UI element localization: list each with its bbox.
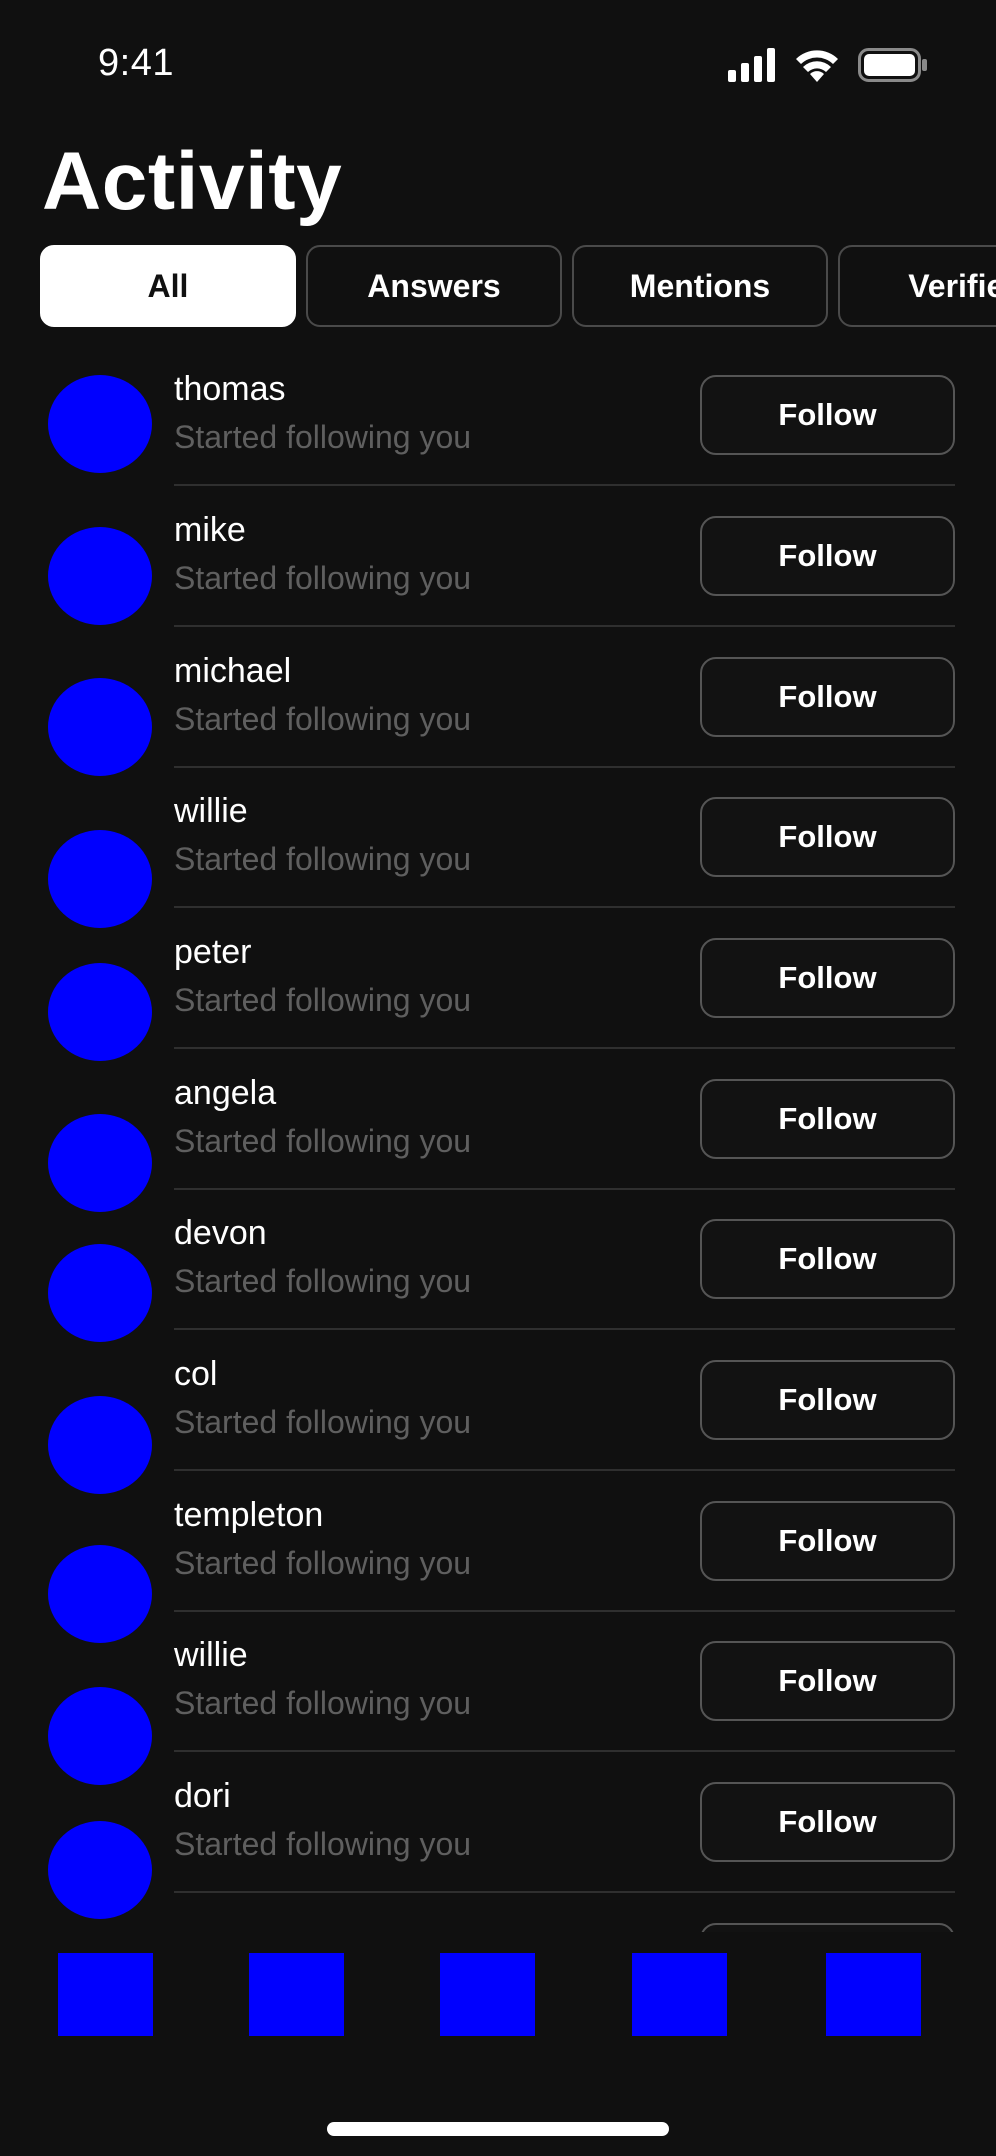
follow-button[interactable]	[700, 1923, 955, 1932]
follow-button[interactable]: Follow	[700, 938, 955, 1018]
activity-description: Started following you	[174, 1685, 472, 1721]
avatar[interactable]	[48, 527, 152, 625]
activity-row	[0, 1893, 996, 1932]
home-indicator[interactable]	[327, 2122, 669, 2136]
battery-icon	[858, 48, 927, 82]
avatar[interactable]	[48, 963, 152, 1061]
avatar[interactable]	[48, 678, 152, 776]
avatar[interactable]	[48, 1244, 152, 1342]
activity-description: Started following you	[174, 1263, 472, 1299]
activity-description: Started following you	[174, 701, 472, 737]
username: angela	[174, 1074, 277, 1112]
activity-row: michael Started following you Follow	[0, 627, 996, 776]
username: peter	[174, 933, 252, 971]
username: devon	[174, 1214, 267, 1252]
activity-row: col Started following you Follow	[0, 1330, 996, 1494]
tab-bar-item-1[interactable]	[58, 1953, 153, 2036]
username: col	[174, 1355, 218, 1393]
follow-button[interactable]: Follow	[700, 1501, 955, 1581]
activity-description: Started following you	[174, 1404, 472, 1440]
follow-button[interactable]: Follow	[700, 1641, 955, 1721]
tab-answers[interactable]: Answers	[306, 245, 562, 327]
tab-mentions[interactable]: Mentions	[572, 245, 828, 327]
username: templeton	[174, 1496, 324, 1534]
wifi-icon	[796, 50, 838, 82]
signal-icon	[728, 48, 775, 82]
activity-row: willie Started following you Follow	[0, 1611, 996, 1785]
username: dori	[174, 1777, 231, 1815]
activity-description: Started following you	[174, 982, 472, 1018]
activity-row: templeton Started following you Follow	[0, 1471, 996, 1643]
username: mike	[174, 511, 246, 549]
avatar[interactable]	[48, 375, 152, 473]
tab-verified[interactable]: Verified	[838, 245, 996, 327]
status-bar: 9:41	[0, 0, 996, 130]
follow-button[interactable]: Follow	[700, 797, 955, 877]
tab-all[interactable]: All	[40, 245, 296, 327]
follow-button[interactable]: Follow	[700, 516, 955, 596]
activity-description: Started following you	[174, 841, 472, 877]
activity-row: devon Started following you Follow	[0, 1189, 996, 1342]
activity-description: Started following you	[174, 419, 472, 455]
activity-description: Started following you	[174, 560, 472, 596]
follow-button[interactable]: Follow	[700, 1782, 955, 1862]
page-title: Activity	[42, 136, 343, 227]
username: thomas	[174, 370, 286, 408]
filter-tabs: All Answers Mentions Verified	[40, 245, 996, 327]
tab-bar-item-5[interactable]	[826, 1953, 921, 2036]
activity-description: Started following you	[174, 1826, 472, 1862]
activity-row: mike Started following you Follow	[0, 486, 996, 627]
status-time: 9:41	[98, 42, 174, 84]
tab-bar-item-2[interactable]	[249, 1953, 344, 2036]
follow-button[interactable]: Follow	[700, 657, 955, 737]
tab-bar-item-4[interactable]	[632, 1953, 727, 2036]
activity-row: dori Started following you Follow	[0, 1752, 996, 1919]
username: willie	[174, 792, 248, 830]
activity-row: peter Started following you Follow	[0, 908, 996, 1061]
activity-description: Started following you	[174, 1123, 472, 1159]
activity-list: thomas Started following you Follow mike…	[0, 345, 996, 1932]
follow-button[interactable]: Follow	[700, 375, 955, 455]
activity-row: willie Started following you Follow	[0, 767, 996, 928]
username: willie	[174, 1636, 248, 1674]
tab-bar-item-3[interactable]	[440, 1953, 535, 2036]
follow-button[interactable]: Follow	[700, 1219, 955, 1299]
activity-row: thomas Started following you Follow	[0, 345, 996, 486]
activity-description: Started following you	[174, 1545, 472, 1581]
follow-button[interactable]: Follow	[700, 1079, 955, 1159]
activity-row: angela Started following you Follow	[0, 1049, 996, 1212]
follow-button[interactable]: Follow	[700, 1360, 955, 1440]
username: michael	[174, 652, 292, 690]
